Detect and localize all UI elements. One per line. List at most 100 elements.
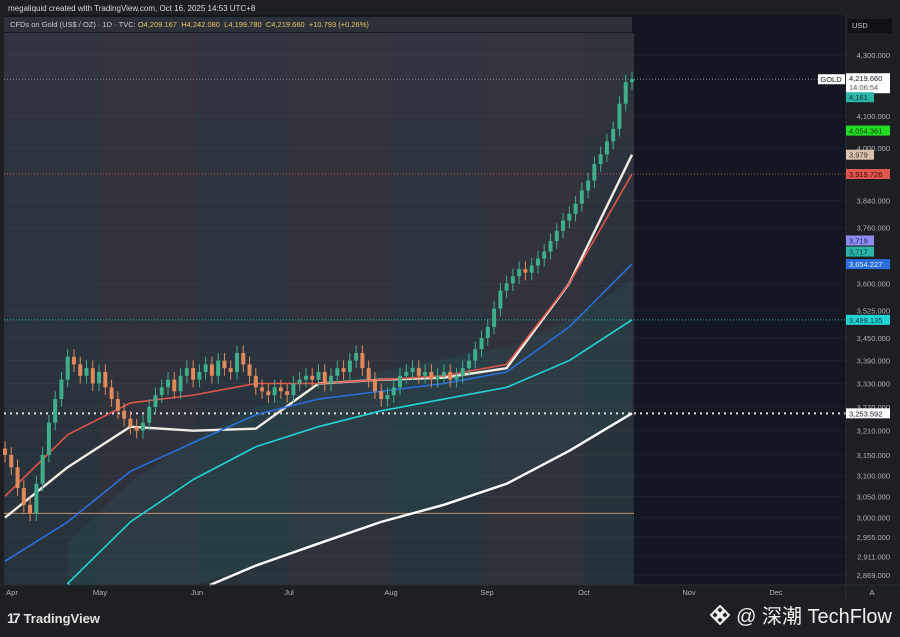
candle-body[interactable]: [15, 467, 20, 488]
candle-body[interactable]: [3, 448, 7, 455]
candle-body[interactable]: [454, 375, 459, 380]
candle-body[interactable]: [303, 375, 308, 380]
currency-label[interactable]: USD: [848, 19, 892, 33]
candle-body[interactable]: [316, 371, 321, 380]
candle-body[interactable]: [385, 395, 390, 400]
candle-body[interactable]: [197, 371, 202, 380]
candle-body[interactable]: [247, 364, 252, 376]
candle-body[interactable]: [153, 395, 158, 407]
candle-body[interactable]: [241, 352, 246, 365]
candle-body[interactable]: [159, 387, 164, 396]
candle-body[interactable]: [115, 399, 120, 411]
candle-body[interactable]: [630, 79, 634, 83]
candle-body[interactable]: [253, 375, 258, 388]
candle-body[interactable]: [548, 241, 553, 252]
candle-body[interactable]: [598, 154, 603, 165]
candle-body[interactable]: [128, 418, 133, 427]
candle-body[interactable]: [203, 364, 208, 372]
candle-body[interactable]: [216, 360, 221, 376]
candle-body[interactable]: [46, 422, 51, 455]
auto-scale-button[interactable]: A: [869, 588, 874, 597]
candle-body[interactable]: [335, 368, 340, 376]
candle-body[interactable]: [347, 360, 352, 372]
candle-body[interactable]: [354, 352, 359, 361]
candle-body[interactable]: [34, 483, 39, 514]
candle-body[interactable]: [523, 269, 528, 273]
candle-body[interactable]: [435, 375, 440, 380]
candle-body[interactable]: [586, 180, 591, 191]
candle-body[interactable]: [398, 375, 403, 388]
candle-body[interactable]: [441, 371, 446, 376]
candle-body[interactable]: [260, 387, 265, 392]
candle-body[interactable]: [504, 283, 509, 291]
candle-body[interactable]: [122, 410, 127, 419]
candle-body[interactable]: [423, 371, 428, 376]
candle-body[interactable]: [291, 383, 296, 396]
candle-body[interactable]: [604, 141, 609, 155]
candle-body[interactable]: [172, 379, 177, 392]
candle-body[interactable]: [59, 379, 64, 400]
candle-body[interactable]: [310, 375, 315, 380]
candle-body[interactable]: [329, 375, 334, 384]
candle-body[interactable]: [90, 368, 95, 384]
candle-body[interactable]: [366, 368, 371, 380]
candle-body[interactable]: [429, 371, 434, 380]
candle-body[interactable]: [341, 368, 346, 372]
candle-body[interactable]: [404, 371, 409, 376]
candle-body[interactable]: [617, 103, 622, 129]
candle-body[interactable]: [97, 371, 102, 384]
candle-body[interactable]: [573, 203, 578, 214]
candle-body[interactable]: [84, 368, 89, 376]
candle-body[interactable]: [379, 391, 384, 400]
candle-body[interactable]: [272, 387, 277, 396]
candle-body[interactable]: [222, 360, 227, 369]
candle-body[interactable]: [579, 190, 584, 204]
candle-body[interactable]: [460, 368, 465, 376]
candle-body[interactable]: [448, 371, 453, 380]
candle-body[interactable]: [492, 308, 497, 327]
candle-body[interactable]: [473, 349, 478, 361]
candle-body[interactable]: [285, 391, 290, 396]
candle-body[interactable]: [9, 454, 14, 468]
candle-body[interactable]: [53, 399, 58, 423]
candle-body[interactable]: [166, 379, 171, 388]
candle-body[interactable]: [234, 352, 239, 372]
candle-body[interactable]: [372, 379, 377, 392]
candle-body[interactable]: [479, 338, 484, 350]
candle-body[interactable]: [410, 368, 415, 372]
tradingview-logo[interactable]: 17 TradingView: [7, 610, 100, 626]
candle-body[interactable]: [178, 375, 183, 392]
candle-body[interactable]: [416, 368, 421, 376]
candle-body[interactable]: [297, 379, 302, 384]
candle-body[interactable]: [71, 356, 76, 365]
candle-body[interactable]: [561, 220, 566, 231]
candle-body[interactable]: [611, 128, 616, 142]
candle-body[interactable]: [554, 230, 559, 242]
candle-body[interactable]: [65, 356, 70, 380]
candle-body[interactable]: [184, 368, 189, 376]
candle-body[interactable]: [529, 265, 534, 273]
candle-body[interactable]: [21, 487, 26, 505]
candle-body[interactable]: [134, 426, 139, 431]
candle-body[interactable]: [535, 258, 540, 266]
candle-body[interactable]: [140, 422, 145, 431]
candle-body[interactable]: [322, 371, 327, 384]
candle-body[interactable]: [623, 82, 628, 104]
candle-body[interactable]: [391, 387, 396, 396]
candle-body[interactable]: [592, 164, 597, 181]
candle-body[interactable]: [103, 371, 108, 388]
candle-body[interactable]: [360, 352, 365, 369]
candle-body[interactable]: [147, 406, 152, 423]
candle-body[interactable]: [485, 326, 490, 339]
candle-body[interactable]: [78, 364, 83, 376]
price-chart[interactable]: 4,300.0004,100.0004,000.0003,840.0003,76…: [0, 0, 900, 637]
candle-body[interactable]: [28, 504, 33, 514]
candle-body[interactable]: [510, 276, 515, 284]
candle-body[interactable]: [209, 364, 214, 376]
candle-body[interactable]: [567, 213, 572, 221]
candle-body[interactable]: [228, 368, 233, 372]
candle-body[interactable]: [40, 454, 45, 484]
candle-body[interactable]: [498, 290, 503, 309]
candle-body[interactable]: [542, 251, 547, 259]
candle-body[interactable]: [109, 387, 114, 400]
